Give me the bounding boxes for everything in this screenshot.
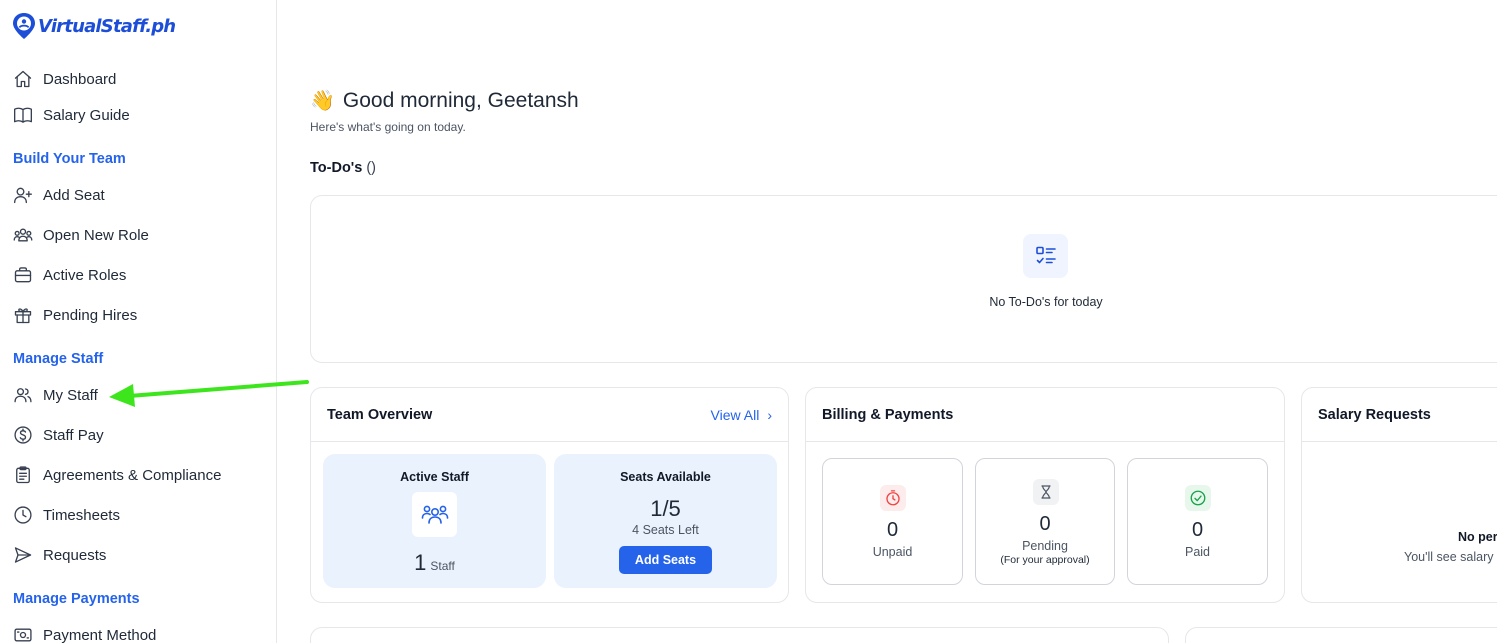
active-staff-value: 1 — [414, 550, 427, 575]
paid-tile[interactable]: 0 Paid — [1127, 458, 1268, 585]
active-staff-count: 1 Staff — [323, 550, 546, 576]
section-title-manage-payments: Manage Payments — [13, 591, 140, 607]
seats-available-value: 1/5 — [650, 496, 681, 521]
add-seats-button[interactable]: Add Seats — [619, 546, 712, 574]
sidebar-item-label: Active Roles — [43, 266, 127, 284]
sidebar-item-label: Dashboard — [43, 70, 117, 88]
card-header: Salary Requests — [1302, 388, 1497, 442]
seats-available-label: Seats Available — [620, 470, 711, 484]
pending-label: Pending — [1022, 539, 1068, 553]
gift-icon — [14, 308, 32, 324]
section-title-manage-staff: Manage Staff — [13, 351, 104, 367]
sidebar-item-label: Staff Pay — [43, 426, 104, 444]
team-overview-title: Team Overview — [327, 406, 433, 423]
send-icon — [14, 547, 32, 563]
billing-title: Billing & Payments — [822, 406, 954, 423]
sidebar-item-requests[interactable]: Requests — [13, 543, 106, 567]
active-staff-unit: Staff — [430, 559, 455, 573]
sidebar-item-open-new-role[interactable]: Open New Role — [13, 223, 149, 247]
todos-title: To-Do's — [310, 160, 363, 176]
home-icon — [14, 70, 32, 88]
hourglass-icon — [1033, 479, 1059, 505]
team-overview-card: Team Overview View All › Active Staff 1S… — [310, 387, 789, 603]
clock-icon — [14, 506, 32, 524]
clipboard-icon — [16, 466, 30, 484]
sidebar-item-dashboard[interactable]: Dashboard — [13, 67, 116, 91]
sidebar-item-agreements-compliance[interactable]: Agreements & Compliance — [13, 463, 221, 487]
dollar-circle-icon — [14, 426, 32, 444]
pending-tile[interactable]: 0 Pending (For your approval) — [975, 458, 1115, 585]
sidebar-item-label: Payment Method — [43, 626, 157, 643]
view-all-link[interactable]: View All › — [711, 407, 772, 423]
brand-logo[interactable]: VirtualStaff.ph — [12, 12, 176, 40]
sidebar-item-label: Open New Role — [43, 226, 149, 244]
team-icon — [412, 492, 457, 537]
view-all-label: View All — [710, 406, 760, 423]
seats-left-text: 4 Seats Left — [632, 523, 699, 537]
pending-value: 0 — [1039, 513, 1051, 535]
todos-heading: To-Do's () — [310, 160, 376, 176]
logo-pin-icon — [13, 13, 35, 39]
payment-card-icon — [14, 628, 32, 642]
page-subtitle: Here's what's going on today. — [310, 120, 466, 134]
unpaid-value: 0 — [886, 519, 899, 541]
sidebar-item-staff-pay[interactable]: Staff Pay — [13, 423, 104, 447]
sidebar-item-active-roles[interactable]: Active Roles — [13, 263, 126, 287]
brand-name: VirtualStaff.ph — [38, 15, 176, 37]
unpaid-tile[interactable]: 0 Unpaid — [822, 458, 963, 585]
paid-value: 0 — [1191, 519, 1204, 541]
user-plus-icon — [14, 187, 32, 204]
users-group-icon — [13, 228, 33, 242]
checklist-icon — [1023, 234, 1068, 278]
salary-requests-card: Salary Requests No per You'll see salary — [1301, 387, 1497, 603]
todos-count: () — [366, 160, 377, 176]
sidebar-item-label: Pending Hires — [43, 306, 138, 324]
pending-note: (For your approval) — [1000, 554, 1090, 566]
waving-hand-icon: 👋 — [310, 90, 335, 112]
seats-available-tile: Seats Available 1/5 4 Seats Left Add Sea… — [554, 454, 777, 588]
todos-empty-text: No To-Do's for today — [989, 295, 1103, 309]
sidebar: VirtualStaff.ph Dashboard Salary Guide B… — [0, 0, 277, 643]
bottom-card-right — [1185, 627, 1497, 643]
chevron-right-icon: › — [767, 406, 772, 423]
todos-panel: No To-Do's for today — [310, 195, 1497, 363]
salary-requests-title: Salary Requests — [1318, 406, 1431, 423]
card-header: Billing & Payments — [806, 388, 1284, 442]
unpaid-timer-icon — [880, 485, 906, 511]
sidebar-item-label: Timesheets — [43, 506, 120, 524]
sidebar-item-label: Agreements & Compliance — [43, 466, 222, 484]
users-icon — [14, 388, 32, 403]
check-circle-icon — [1185, 485, 1211, 511]
sidebar-item-timesheets[interactable]: Timesheets — [13, 503, 120, 527]
sidebar-item-pending-hires[interactable]: Pending Hires — [13, 303, 137, 327]
sidebar-item-salary-guide[interactable]: Salary Guide — [13, 103, 130, 127]
sidebar-item-add-seat[interactable]: Add Seat — [13, 183, 105, 207]
book-icon — [14, 107, 32, 123]
sidebar-item-my-staff[interactable]: My Staff — [13, 383, 98, 407]
sidebar-item-payment-method[interactable]: Payment Method — [13, 623, 156, 643]
billing-payments-card: Billing & Payments 0 Unpaid 0 Pending (F… — [805, 387, 1285, 603]
main-content: 👋 Good morning, Geetansh Here's what's g… — [277, 0, 1497, 643]
active-staff-label: Active Staff — [400, 470, 469, 484]
paid-label: Paid — [1184, 545, 1211, 559]
sidebar-item-label: My Staff — [43, 386, 98, 404]
briefcase-icon — [14, 267, 32, 283]
section-title-build-your-team: Build Your Team — [13, 151, 126, 167]
salary-requests-empty-text: You'll see salary — [1404, 550, 1494, 564]
unpaid-label: Unpaid — [872, 545, 913, 559]
card-header: Team Overview View All › — [311, 388, 788, 442]
bottom-card-left — [310, 627, 1169, 643]
sidebar-item-label: Requests — [43, 546, 107, 564]
sidebar-item-label: Salary Guide — [43, 106, 130, 124]
greeting: 👋 Good morning, Geetansh — [310, 88, 579, 113]
greeting-text: Good morning, Geetansh — [342, 88, 579, 112]
active-staff-tile[interactable]: Active Staff 1 Staff — [323, 454, 546, 588]
sidebar-item-label: Add Seat — [43, 186, 105, 204]
salary-requests-empty-title: No per — [1458, 530, 1497, 544]
